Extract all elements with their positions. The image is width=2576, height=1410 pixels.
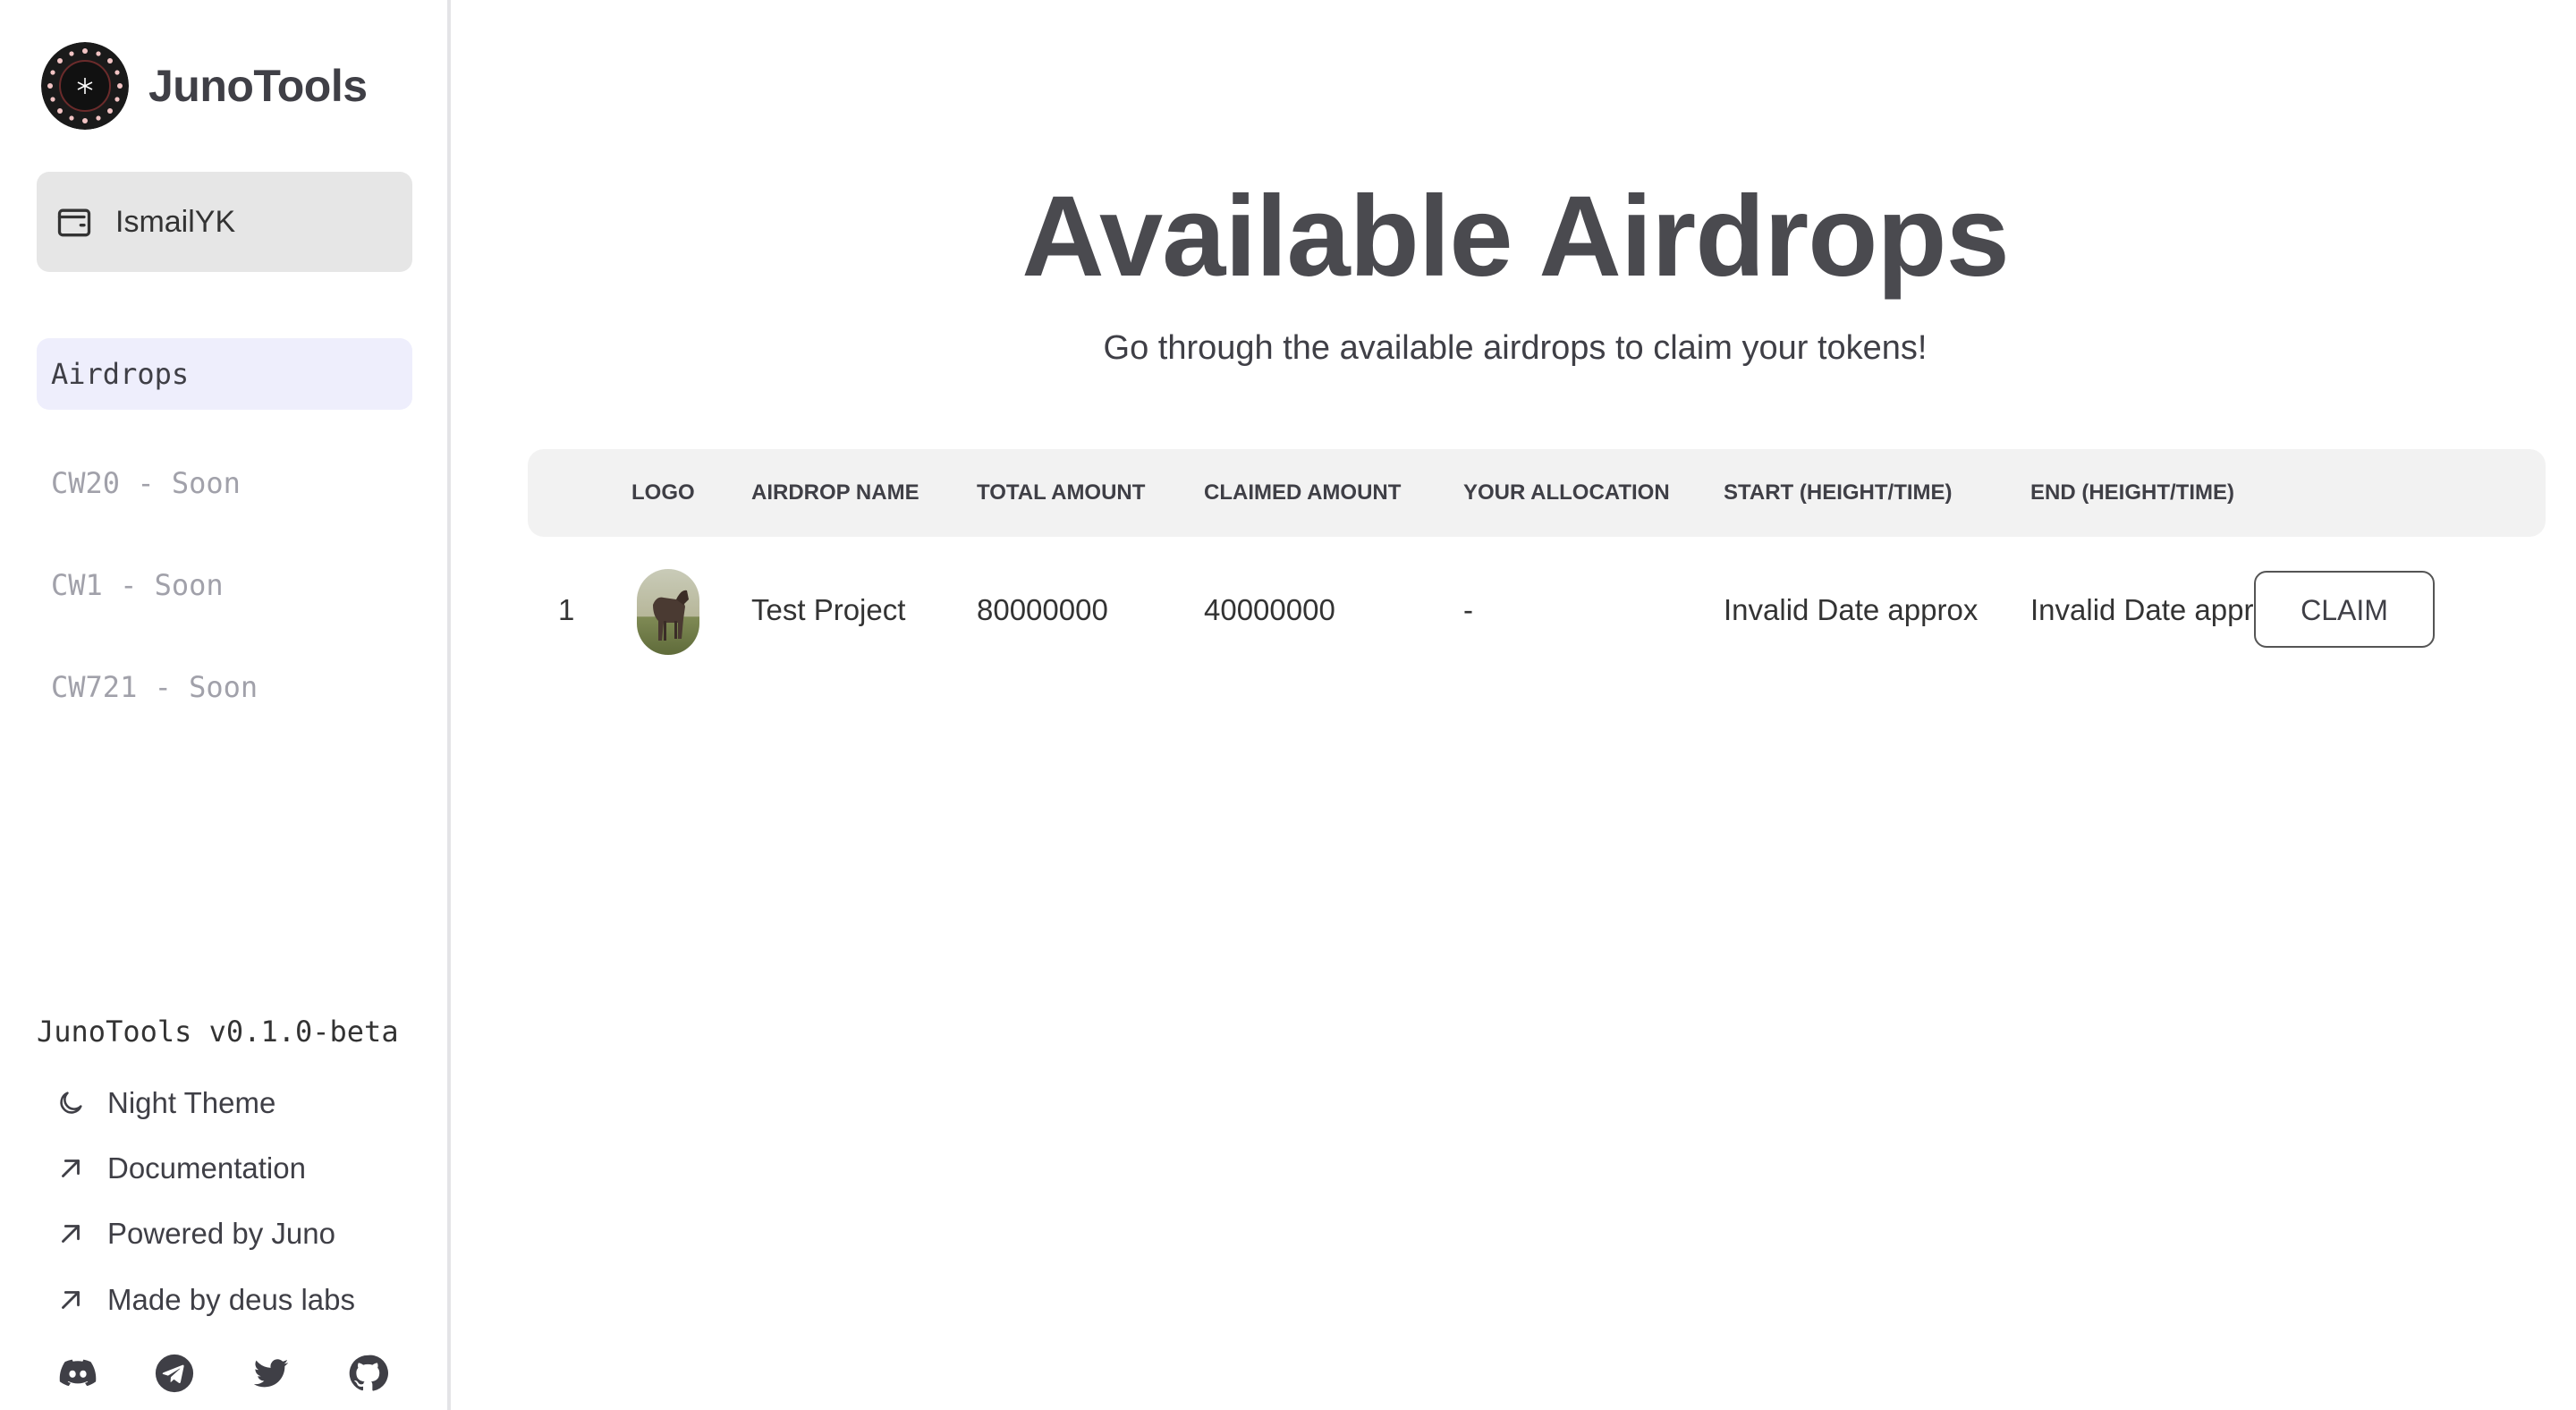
documentation-link[interactable]: Documentation — [55, 1146, 306, 1191]
column-header-end: END (HEIGHT/TIME) — [2030, 480, 2234, 505]
powered-by-juno-link[interactable]: Powered by Juno — [55, 1211, 335, 1256]
claimed-amount: 40000000 — [1204, 593, 1335, 626]
made-by-deus-labs-link[interactable]: Made by deus labs — [55, 1278, 355, 1322]
your-allocation: - — [1463, 593, 1473, 626]
documentation-label: Documentation — [107, 1151, 306, 1185]
column-header-airdrop-name: AIRDROP NAME — [751, 480, 919, 505]
start-time: Invalid Date approx — [1724, 593, 1979, 626]
powered-by-juno-label: Powered by Juno — [107, 1217, 335, 1250]
row-index: 1 — [558, 593, 575, 626]
page-subtitle: Go through the available airdrops to cla… — [1103, 329, 1928, 367]
github-icon[interactable] — [347, 1353, 388, 1394]
sidebar-item-label: CW1 - Soon — [51, 568, 224, 602]
end-time: Invalid Date approx — [2030, 593, 2285, 626]
wallet-icon — [55, 202, 94, 242]
table-header: LOGO AIRDROP NAME TOTAL AMOUNT CLAIMED A… — [528, 449, 2546, 537]
sidebar-item-cw1[interactable]: CW1 - Soon — [37, 549, 412, 621]
column-header-total-amount: TOTAL AMOUNT — [977, 480, 1146, 505]
airdrop-name: Test Project — [751, 593, 906, 626]
sidebar-item-label: Airdrops — [51, 357, 190, 391]
column-header-claimed-amount: CLAIMED AMOUNT — [1204, 480, 1402, 505]
table-row: 1 Test Project 80000000 40000000 - Inval… — [528, 555, 2546, 666]
sidebar-item-label: CW20 - Soon — [51, 466, 241, 500]
social-links — [57, 1353, 444, 1394]
brand[interactable]: JunoTools — [41, 41, 368, 131]
column-header-logo: LOGO — [631, 480, 695, 505]
moon-icon — [55, 1088, 86, 1118]
sidebar-item-airdrops[interactable]: Airdrops — [37, 338, 412, 410]
twitter-icon[interactable] — [250, 1353, 292, 1394]
sidebar: JunoTools IsmailYK Airdrops CW20 - Soon … — [0, 0, 451, 1410]
arrow-up-right-icon — [55, 1153, 86, 1184]
wallet-address-label: IsmailYK — [115, 204, 236, 239]
made-by-deus-labs-label: Made by deus labs — [107, 1283, 356, 1316]
sidebar-item-cw20[interactable]: CW20 - Soon — [37, 447, 412, 519]
sidebar-item-cw721[interactable]: CW721 - Soon — [37, 651, 412, 723]
project-logo-image — [637, 569, 699, 655]
column-header-start: START (HEIGHT/TIME) — [1724, 480, 1953, 505]
discord-icon[interactable] — [57, 1353, 98, 1394]
sidebar-item-label: CW721 - Soon — [51, 670, 258, 704]
app-root: JunoTools IsmailYK Airdrops CW20 - Soon … — [0, 0, 2576, 1410]
total-amount: 80000000 — [977, 593, 1108, 626]
column-header-your-allocation: YOUR ALLOCATION — [1463, 480, 1670, 505]
page-title: Available Airdrops — [1021, 173, 2010, 301]
arrow-up-right-icon — [55, 1219, 86, 1249]
claim-button[interactable]: CLAIM — [2254, 571, 2435, 648]
arrow-up-right-icon — [55, 1285, 86, 1315]
night-theme-toggle[interactable]: Night Theme — [55, 1081, 275, 1125]
main-content: Available Airdrops Go through the availa… — [454, 0, 2576, 1410]
telegram-icon[interactable] — [154, 1353, 195, 1394]
night-theme-label: Night Theme — [107, 1086, 276, 1119]
version-label: JunoTools v0.1.0-beta — [37, 1015, 399, 1049]
wallet-button[interactable]: IsmailYK — [37, 172, 412, 272]
juno-logo-icon — [41, 42, 129, 130]
brand-title: JunoTools — [148, 61, 368, 111]
